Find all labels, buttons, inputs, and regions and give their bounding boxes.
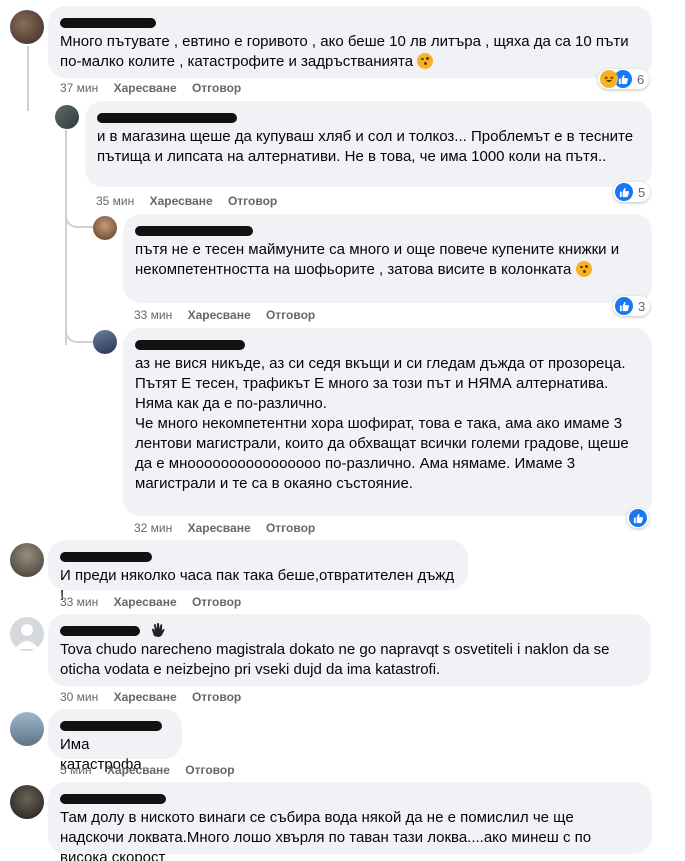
like-button[interactable]: Харесване: [114, 81, 177, 95]
comment-meta: 30 мин Харесване Отговор: [60, 690, 253, 704]
avatar[interactable]: [10, 10, 44, 44]
comment-text: Там долу в ниското винаги се събира вода…: [60, 809, 592, 861]
avatar[interactable]: [10, 543, 44, 577]
reply-text-line: аз не вися никъде, аз си седя вкъщи и си…: [135, 355, 626, 372]
like-button[interactable]: Харесване: [188, 308, 251, 322]
like-button[interactable]: Харесване: [114, 595, 177, 609]
avatar[interactable]: [10, 712, 44, 746]
like-button[interactable]: Харесване: [107, 763, 170, 777]
reply-text: и в магазина щеше да купуваш хляб и сол …: [97, 128, 634, 165]
avatar[interactable]: [55, 105, 79, 129]
author-name-redacted[interactable]: [135, 222, 640, 236]
like-reaction-icon: [615, 297, 633, 315]
comment-bubble: Много пътувате , евтино е горивото , ако…: [48, 6, 652, 78]
like-reaction-icon: [615, 183, 633, 201]
author-name-redacted[interactable]: [135, 336, 640, 350]
reply-text: пътя не е тесен маймуните са много и още…: [135, 241, 620, 278]
author-name-redacted[interactable]: [60, 548, 456, 562]
reaction-summary[interactable]: 5: [613, 182, 651, 202]
avatar[interactable]: [93, 330, 117, 354]
reply-bubble: аз не вися никъде, аз си седя вкъщи и си…: [123, 328, 652, 516]
waving-hand-icon: [152, 623, 165, 637]
author-name-redacted[interactable]: [60, 717, 170, 731]
wink-emoji-icon: [417, 53, 434, 69]
timestamp[interactable]: 30 мин: [60, 690, 98, 704]
reply-text-line: Че много некомпетентни хора шофират, тов…: [135, 415, 629, 492]
comment-text: Tova chudo narecheno magistrala dokato n…: [60, 641, 610, 678]
reaction-count: 6: [637, 71, 645, 87]
comment-meta: 5 мин Харесване Отговор: [60, 763, 247, 777]
timestamp[interactable]: 37 мин: [60, 81, 98, 95]
reply-text-line: Пътят Е тесен, трафикът Е много за този …: [135, 375, 609, 412]
reaction-summary[interactable]: [627, 508, 649, 528]
timestamp[interactable]: 32 мин: [134, 521, 172, 535]
reply-button[interactable]: Отговор: [192, 595, 241, 609]
avatar[interactable]: [93, 216, 117, 240]
reply-button[interactable]: Отговор: [266, 521, 315, 535]
reply-button[interactable]: Отговор: [192, 690, 241, 704]
author-name-redacted[interactable]: [60, 14, 640, 28]
author-name-redacted[interactable]: [97, 109, 640, 123]
like-reaction-icon: [629, 509, 647, 527]
reply-button[interactable]: Отговор: [266, 308, 315, 322]
default-avatar-icon[interactable]: [10, 617, 44, 651]
haha-reaction-icon: [600, 70, 618, 88]
thread-curve: [27, 100, 55, 116]
reply-bubble: и в магазина щеше да купуваш хляб и сол …: [85, 101, 652, 187]
thread-line: [65, 130, 67, 345]
avatar[interactable]: [10, 785, 44, 819]
reply-button[interactable]: Отговор: [228, 194, 277, 208]
comment-bubble: Има катастрофа: [48, 709, 182, 773]
thread-curve: [65, 325, 93, 343]
thread-curve: [65, 210, 93, 228]
comment-text: Много пътувате , евтино е горивото , ако…: [60, 33, 629, 70]
timestamp[interactable]: 33 мин: [60, 595, 98, 609]
reply-button[interactable]: Отговор: [192, 81, 241, 95]
reaction-summary[interactable]: 3: [613, 296, 651, 316]
comment-meta: 37 мин Харесване Отговор: [60, 81, 253, 95]
timestamp[interactable]: 5 мин: [60, 763, 92, 777]
timestamp[interactable]: 35 мин: [96, 194, 134, 208]
reply-button[interactable]: Отговор: [185, 763, 234, 777]
reply-meta: 35 мин Харесване Отговор: [96, 194, 289, 208]
comment-bubble: И преди няколко часа пак така беше,отвра…: [48, 540, 468, 604]
wink-emoji-icon: [575, 261, 592, 277]
reaction-summary[interactable]: 6: [598, 69, 650, 89]
author-name-redacted[interactable]: [60, 622, 639, 637]
reply-meta: 33 мин Харесване Отговор: [134, 308, 327, 322]
like-button[interactable]: Харесване: [150, 194, 213, 208]
comment-meta: 33 мин Харесване Отговор: [60, 595, 253, 609]
timestamp[interactable]: 33 мин: [134, 308, 172, 322]
like-button[interactable]: Харесване: [188, 521, 251, 535]
reaction-count: 3: [638, 298, 646, 314]
reply-meta: 32 мин Харесване Отговор: [134, 521, 327, 535]
author-name-redacted[interactable]: [60, 790, 640, 804]
comment-bubble: Tova chudo narecheno magistrala dokato n…: [48, 614, 651, 686]
reply-bubble: пътя не е тесен маймуните са много и още…: [123, 214, 652, 303]
comment-bubble: Там долу в ниското винаги се събира вода…: [48, 782, 652, 861]
reaction-count: 5: [638, 184, 646, 200]
like-button[interactable]: Харесване: [114, 690, 177, 704]
